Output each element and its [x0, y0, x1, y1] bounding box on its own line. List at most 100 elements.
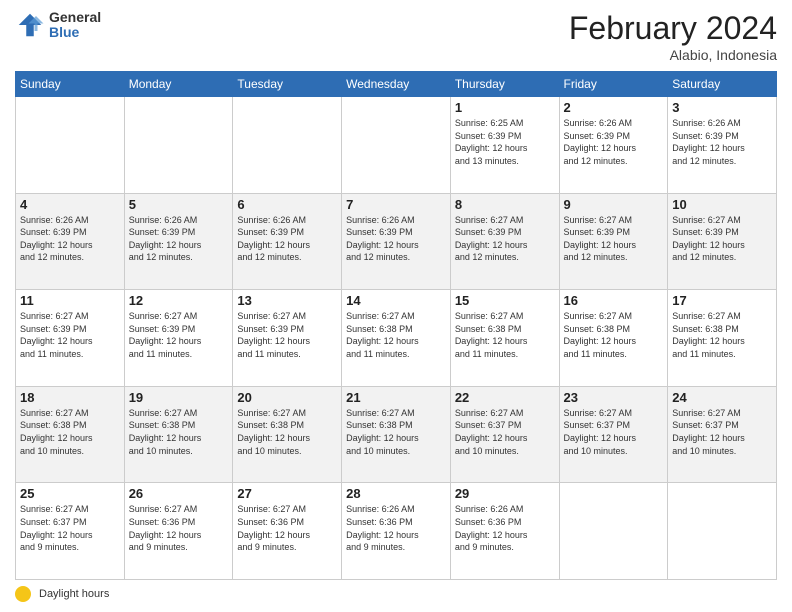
calendar-week-4: 25 Sunrise: 6:27 AMSunset: 6:37 PMDayligh… [16, 483, 777, 580]
day-info: Sunrise: 6:26 AMSunset: 6:39 PMDaylight:… [564, 117, 664, 167]
calendar-cell [16, 97, 125, 194]
day-info: Sunrise: 6:27 AMSunset: 6:38 PMDaylight:… [346, 310, 446, 360]
day-number: 24 [672, 390, 772, 405]
day-number: 2 [564, 100, 664, 115]
day-number: 13 [237, 293, 337, 308]
day-number: 7 [346, 197, 446, 212]
calendar-cell: 27 Sunrise: 6:27 AMSunset: 6:36 PMDayligh… [233, 483, 342, 580]
calendar-cell: 9 Sunrise: 6:27 AMSunset: 6:39 PMDaylight… [559, 193, 668, 290]
day-number: 26 [129, 486, 229, 501]
day-info: Sunrise: 6:27 AMSunset: 6:36 PMDaylight:… [237, 503, 337, 553]
logo-icon [15, 10, 45, 40]
calendar-cell: 7 Sunrise: 6:26 AMSunset: 6:39 PMDaylight… [342, 193, 451, 290]
subtitle: Alabio, Indonesia [569, 47, 777, 63]
calendar-header-friday: Friday [559, 72, 668, 97]
day-number: 10 [672, 197, 772, 212]
calendar-table: SundayMondayTuesdayWednesdayThursdayFrid… [15, 71, 777, 580]
day-info: Sunrise: 6:27 AMSunset: 6:39 PMDaylight:… [672, 214, 772, 264]
calendar-cell [342, 97, 451, 194]
calendar-cell: 15 Sunrise: 6:27 AMSunset: 6:38 PMDayligh… [450, 290, 559, 387]
day-number: 25 [20, 486, 120, 501]
day-number: 20 [237, 390, 337, 405]
day-number: 28 [346, 486, 446, 501]
calendar-cell: 19Sunrise: 6:27 AMSunset: 6:38 PMDayligh… [124, 386, 233, 483]
calendar-week-0: 1 Sunrise: 6:25 AMSunset: 6:39 PMDaylight… [16, 97, 777, 194]
calendar-cell: 14 Sunrise: 6:27 AMSunset: 6:38 PMDayligh… [342, 290, 451, 387]
day-info: Sunrise: 6:27 AMSunset: 6:39 PMDaylight:… [237, 310, 337, 360]
day-number: 21 [346, 390, 446, 405]
calendar-cell: 28 Sunrise: 6:26 AMSunset: 6:36 PMDayligh… [342, 483, 451, 580]
day-number: 17 [672, 293, 772, 308]
sun-icon [15, 586, 31, 602]
day-info: Sunrise: 6:26 AMSunset: 6:39 PMDaylight:… [237, 214, 337, 264]
day-info: Sunrise: 6:27 AMSunset: 6:38 PMDaylight:… [564, 310, 664, 360]
header: General Blue February 2024 Alabio, Indon… [15, 10, 777, 63]
calendar-cell: 22Sunrise: 6:27 AMSunset: 6:37 PMDayligh… [450, 386, 559, 483]
day-info: Sunrise: 6:26 AMSunset: 6:36 PMDaylight:… [346, 503, 446, 553]
day-number: 9 [564, 197, 664, 212]
calendar-cell: 21 Sunrise: 6:27 AMSunset: 6:38 PMDayligh… [342, 386, 451, 483]
day-info: Sunrise: 6:26 AMSunset: 6:36 PMDaylight:… [455, 503, 555, 553]
calendar-week-3: 18 Sunrise: 6:27 AMSunset: 6:38 PMDayligh… [16, 386, 777, 483]
calendar-header-tuesday: Tuesday [233, 72, 342, 97]
day-number: 27 [237, 486, 337, 501]
calendar-cell: 3Sunrise: 6:26 AMSunset: 6:39 PMDaylight… [668, 97, 777, 194]
logo-general: General [49, 10, 101, 25]
day-info: Sunrise: 6:27 AMSunset: 6:38 PMDaylight:… [455, 310, 555, 360]
calendar-cell: 23Sunrise: 6:27 AMSunset: 6:37 PMDayligh… [559, 386, 668, 483]
day-info: Sunrise: 6:27 AMSunset: 6:38 PMDaylight:… [346, 407, 446, 457]
calendar-cell: 26Sunrise: 6:27 AMSunset: 6:36 PMDayligh… [124, 483, 233, 580]
calendar-week-1: 4Sunrise: 6:26 AMSunset: 6:39 PMDaylight… [16, 193, 777, 290]
day-info: Sunrise: 6:25 AMSunset: 6:39 PMDaylight:… [455, 117, 555, 167]
calendar-cell: 5 Sunrise: 6:26 AMSunset: 6:39 PMDaylight… [124, 193, 233, 290]
daylight-label: Daylight hours [39, 588, 109, 600]
day-info: Sunrise: 6:27 AMSunset: 6:39 PMDaylight:… [455, 214, 555, 264]
day-number: 16 [564, 293, 664, 308]
calendar-header-row: SundayMondayTuesdayWednesdayThursdayFrid… [16, 72, 777, 97]
calendar-cell: 8 Sunrise: 6:27 AMSunset: 6:39 PMDaylight… [450, 193, 559, 290]
month-title: February 2024 [569, 10, 777, 47]
calendar-header-thursday: Thursday [450, 72, 559, 97]
calendar-cell: 4Sunrise: 6:26 AMSunset: 6:39 PMDaylight… [16, 193, 125, 290]
calendar-header-monday: Monday [124, 72, 233, 97]
calendar-cell [124, 97, 233, 194]
day-number: 29 [455, 486, 555, 501]
day-info: Sunrise: 6:27 AMSunset: 6:38 PMDaylight:… [129, 407, 229, 457]
day-info: Sunrise: 6:26 AMSunset: 6:39 PMDaylight:… [129, 214, 229, 264]
calendar-header-saturday: Saturday [668, 72, 777, 97]
calendar-cell: 18 Sunrise: 6:27 AMSunset: 6:38 PMDayligh… [16, 386, 125, 483]
calendar-header-wednesday: Wednesday [342, 72, 451, 97]
day-info: Sunrise: 6:27 AMSunset: 6:38 PMDaylight:… [20, 407, 120, 457]
title-block: February 2024 Alabio, Indonesia [569, 10, 777, 63]
day-info: Sunrise: 6:27 AMSunset: 6:39 PMDaylight:… [129, 310, 229, 360]
page: General Blue February 2024 Alabio, Indon… [0, 0, 792, 612]
calendar-cell: 1 Sunrise: 6:25 AMSunset: 6:39 PMDaylight… [450, 97, 559, 194]
day-number: 1 [455, 100, 555, 115]
calendar-cell: 25 Sunrise: 6:27 AMSunset: 6:37 PMDayligh… [16, 483, 125, 580]
footer: Daylight hours [15, 586, 777, 602]
calendar-cell: 12Sunrise: 6:27 AMSunset: 6:39 PMDayligh… [124, 290, 233, 387]
day-info: Sunrise: 6:27 AMSunset: 6:39 PMDaylight:… [20, 310, 120, 360]
day-number: 3 [672, 100, 772, 115]
calendar-cell [233, 97, 342, 194]
day-info: Sunrise: 6:27 AMSunset: 6:38 PMDaylight:… [237, 407, 337, 457]
day-number: 14 [346, 293, 446, 308]
calendar-cell: 10 Sunrise: 6:27 AMSunset: 6:39 PMDayligh… [668, 193, 777, 290]
day-info: Sunrise: 6:27 AMSunset: 6:39 PMDaylight:… [564, 214, 664, 264]
day-info: Sunrise: 6:27 AMSunset: 6:37 PMDaylight:… [672, 407, 772, 457]
day-info: Sunrise: 6:26 AMSunset: 6:39 PMDaylight:… [20, 214, 120, 264]
day-info: Sunrise: 6:27 AMSunset: 6:37 PMDaylight:… [455, 407, 555, 457]
day-info: Sunrise: 6:27 AMSunset: 6:37 PMDaylight:… [20, 503, 120, 553]
calendar-header-sunday: Sunday [16, 72, 125, 97]
logo-text: General Blue [49, 10, 101, 41]
day-number: 5 [129, 197, 229, 212]
day-number: 15 [455, 293, 555, 308]
calendar-cell: 13 Sunrise: 6:27 AMSunset: 6:39 PMDayligh… [233, 290, 342, 387]
day-info: Sunrise: 6:26 AMSunset: 6:39 PMDaylight:… [346, 214, 446, 264]
day-number: 8 [455, 197, 555, 212]
day-number: 18 [20, 390, 120, 405]
calendar-cell: 24 Sunrise: 6:27 AMSunset: 6:37 PMDayligh… [668, 386, 777, 483]
calendar-cell: 20 Sunrise: 6:27 AMSunset: 6:38 PMDayligh… [233, 386, 342, 483]
calendar-cell: 16 Sunrise: 6:27 AMSunset: 6:38 PMDayligh… [559, 290, 668, 387]
calendar-cell: 6Sunrise: 6:26 AMSunset: 6:39 PMDaylight… [233, 193, 342, 290]
